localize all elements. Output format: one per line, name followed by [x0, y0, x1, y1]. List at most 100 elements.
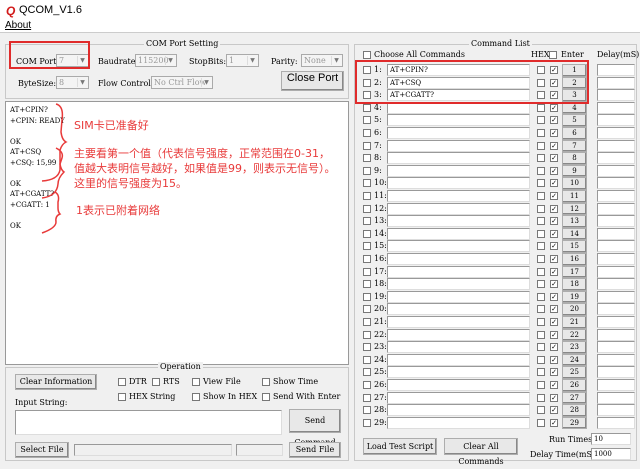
- command-enter-checkbox[interactable]: ✓: [550, 356, 558, 364]
- command-input[interactable]: [387, 316, 530, 328]
- dtr-checkbox[interactable]: [118, 378, 126, 386]
- command-send-button[interactable]: 11: [562, 190, 587, 203]
- command-select-checkbox[interactable]: [363, 343, 371, 351]
- command-delay-input[interactable]: [597, 102, 635, 114]
- command-hex-checkbox[interactable]: [537, 419, 545, 427]
- clear-information-button[interactable]: Clear Information: [15, 374, 97, 390]
- command-select-checkbox[interactable]: [363, 104, 371, 112]
- command-enter-checkbox[interactable]: ✓: [550, 192, 558, 200]
- command-delay-input[interactable]: [597, 203, 635, 215]
- command-send-button[interactable]: 15: [562, 240, 587, 253]
- command-enter-checkbox[interactable]: ✓: [550, 381, 558, 389]
- send-with-enter-checkbox[interactable]: [262, 393, 270, 401]
- command-hex-checkbox[interactable]: [537, 268, 545, 276]
- command-input[interactable]: [387, 329, 530, 341]
- command-enter-checkbox[interactable]: ✓: [550, 419, 558, 427]
- command-enter-checkbox[interactable]: ✓: [550, 154, 558, 162]
- command-delay-input[interactable]: [597, 190, 635, 202]
- command-send-button[interactable]: 13: [562, 215, 587, 228]
- command-send-button[interactable]: 18: [562, 278, 587, 291]
- command-send-button[interactable]: 29: [562, 417, 587, 430]
- command-enter-checkbox[interactable]: ✓: [550, 230, 558, 238]
- command-hex-checkbox[interactable]: [537, 116, 545, 124]
- run-times-input[interactable]: 10: [591, 433, 631, 445]
- command-enter-checkbox[interactable]: ✓: [550, 116, 558, 124]
- command-delay-input[interactable]: [597, 404, 635, 416]
- command-hex-checkbox[interactable]: [537, 167, 545, 175]
- command-delay-input[interactable]: [597, 77, 635, 89]
- command-input[interactable]: [387, 228, 530, 240]
- command-delay-input[interactable]: [597, 64, 635, 76]
- command-hex-checkbox[interactable]: [537, 205, 545, 213]
- command-select-checkbox[interactable]: [363, 280, 371, 288]
- command-hex-checkbox[interactable]: [537, 406, 545, 414]
- command-hex-checkbox[interactable]: [537, 142, 545, 150]
- command-enter-checkbox[interactable]: ✓: [550, 368, 558, 376]
- command-delay-input[interactable]: [597, 114, 635, 126]
- command-send-button[interactable]: 9: [562, 165, 587, 178]
- command-hex-checkbox[interactable]: [537, 230, 545, 238]
- command-input[interactable]: [387, 303, 530, 315]
- command-select-checkbox[interactable]: [363, 205, 371, 213]
- command-input[interactable]: [387, 177, 530, 189]
- command-delay-input[interactable]: [597, 316, 635, 328]
- command-enter-checkbox[interactable]: ✓: [550, 179, 558, 187]
- command-send-button[interactable]: 24: [562, 354, 587, 367]
- command-delay-input[interactable]: [597, 228, 635, 240]
- command-select-checkbox[interactable]: [363, 305, 371, 313]
- command-select-checkbox[interactable]: [363, 217, 371, 225]
- command-delay-input[interactable]: [597, 177, 635, 189]
- command-input[interactable]: [387, 253, 530, 265]
- command-select-checkbox[interactable]: [363, 356, 371, 364]
- command-enter-checkbox[interactable]: ✓: [550, 217, 558, 225]
- command-send-button[interactable]: 5: [562, 114, 587, 127]
- command-input[interactable]: [387, 215, 530, 227]
- command-enter-checkbox[interactable]: ✓: [550, 343, 558, 351]
- send-file-button[interactable]: Send File: [289, 442, 341, 458]
- command-enter-checkbox[interactable]: ✓: [550, 205, 558, 213]
- command-send-button[interactable]: 6: [562, 127, 587, 140]
- command-enter-checkbox[interactable]: ✓: [550, 129, 558, 137]
- parity-select[interactable]: None▼: [301, 54, 343, 67]
- command-enter-checkbox[interactable]: ✓: [550, 255, 558, 263]
- command-input[interactable]: [387, 354, 530, 366]
- command-select-checkbox[interactable]: [363, 368, 371, 376]
- command-delay-input[interactable]: [597, 366, 635, 378]
- command-input[interactable]: [387, 404, 530, 416]
- command-send-button[interactable]: 28: [562, 404, 587, 417]
- command-select-checkbox[interactable]: [363, 242, 371, 250]
- command-select-checkbox[interactable]: [363, 192, 371, 200]
- command-delay-input[interactable]: [597, 417, 635, 429]
- command-enter-checkbox[interactable]: ✓: [550, 305, 558, 313]
- command-select-checkbox[interactable]: [363, 381, 371, 389]
- command-hex-checkbox[interactable]: [537, 179, 545, 187]
- command-select-checkbox[interactable]: [363, 116, 371, 124]
- command-send-button[interactable]: 7: [562, 140, 587, 153]
- command-input[interactable]: [387, 341, 530, 353]
- command-select-checkbox[interactable]: [363, 293, 371, 301]
- command-send-button[interactable]: 10: [562, 177, 587, 190]
- command-enter-checkbox[interactable]: ✓: [550, 268, 558, 276]
- command-delay-input[interactable]: [597, 303, 635, 315]
- command-hex-checkbox[interactable]: [537, 255, 545, 263]
- command-input[interactable]: [387, 266, 530, 278]
- command-delay-input[interactable]: [597, 152, 635, 164]
- command-select-checkbox[interactable]: [363, 230, 371, 238]
- delay-time-input[interactable]: 1000: [591, 448, 631, 460]
- command-select-checkbox[interactable]: [363, 318, 371, 326]
- command-hex-checkbox[interactable]: [537, 394, 545, 402]
- command-select-checkbox[interactable]: [363, 167, 371, 175]
- command-input[interactable]: [387, 417, 530, 429]
- command-delay-input[interactable]: [597, 278, 635, 290]
- command-enter-checkbox[interactable]: ✓: [550, 394, 558, 402]
- command-send-button[interactable]: 21: [562, 316, 587, 329]
- stopbits-select[interactable]: 1▼: [226, 54, 259, 67]
- command-input[interactable]: [387, 366, 530, 378]
- command-send-button[interactable]: 27: [562, 392, 587, 405]
- command-delay-input[interactable]: [597, 89, 635, 101]
- view-file-checkbox[interactable]: [192, 378, 200, 386]
- command-enter-checkbox[interactable]: ✓: [550, 280, 558, 288]
- command-send-button[interactable]: 8: [562, 152, 587, 165]
- command-send-button[interactable]: 23: [562, 341, 587, 354]
- command-input[interactable]: [387, 203, 530, 215]
